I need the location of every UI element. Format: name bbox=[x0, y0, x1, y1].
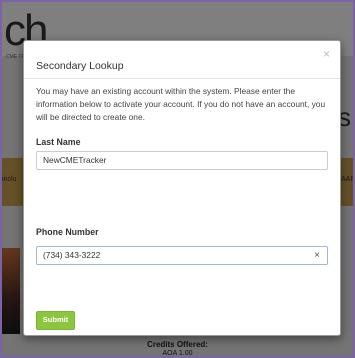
dialog-title: Secondary Lookup bbox=[36, 60, 124, 72]
last-name-input[interactable]: NewCMETracker bbox=[36, 151, 328, 170]
clear-input-icon[interactable]: × bbox=[314, 246, 320, 265]
secondary-lookup-dialog: × Secondary Lookup You may have an exist… bbox=[23, 40, 341, 336]
phone-number-label: Phone Number bbox=[36, 227, 99, 237]
dialog-divider bbox=[24, 78, 340, 79]
last-name-label: Last Name bbox=[36, 137, 81, 147]
submit-button[interactable]: Submit bbox=[36, 311, 75, 330]
phone-number-input[interactable]: (734) 343-3222 bbox=[36, 246, 328, 265]
close-icon[interactable]: × bbox=[323, 47, 330, 61]
dialog-description: You may have an existing account within … bbox=[36, 86, 326, 122]
